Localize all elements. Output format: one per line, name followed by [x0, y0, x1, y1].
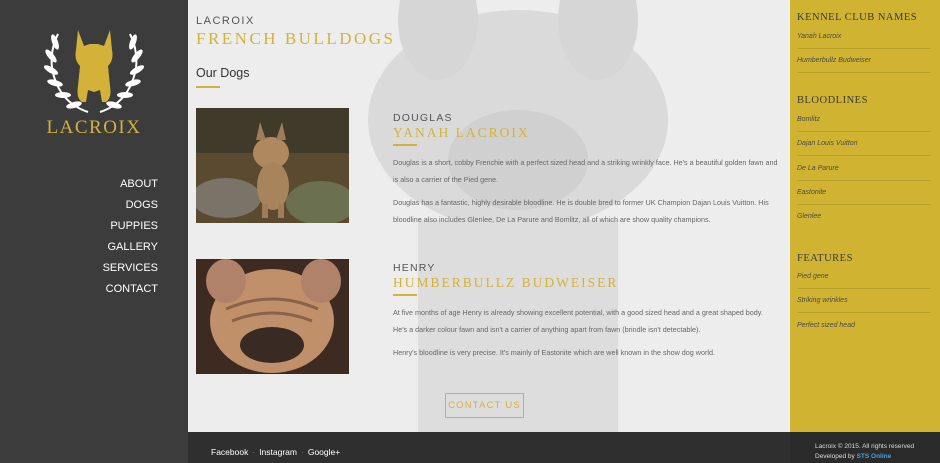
bloodline-item[interactable]: Glenlee — [797, 213, 821, 220]
dog-description: At five months of age Henry is already s… — [393, 308, 763, 334]
nav-about[interactable]: ABOUT — [103, 174, 158, 195]
contact-us-button[interactable]: CONTACT US — [445, 393, 524, 418]
divider — [797, 204, 931, 205]
section-underline — [196, 86, 220, 88]
dog-douglas: DOUGLAS YANAH LACROIX Douglas is a short… — [393, 112, 778, 235]
main-content: LACROIX FRENCH BULLDOGS Our Dogs DOUGLAS… — [188, 0, 790, 432]
divider — [797, 288, 931, 289]
dog-bloodline: Douglas has a fantastic, highly desirabl… — [393, 198, 769, 224]
dog-underline — [393, 144, 417, 146]
henry-photo[interactable] — [196, 259, 349, 374]
feature-item[interactable]: Striking wrinkles — [797, 297, 848, 304]
footer-copyright-area: Lacroix © 2015. All rights reserved Deve… — [790, 432, 940, 463]
features-heading: FEATURES — [797, 253, 853, 264]
right-sidebar: KENNEL CLUB NAMES Yanah Lacroix Humberbu… — [790, 0, 940, 432]
kennel-item[interactable]: Humberbullz Budweiser — [797, 57, 871, 64]
bloodline-item[interactable]: Dajan Louis Vuitton — [797, 140, 858, 147]
dog-kennel-name: HUMBERBULLZ BUDWEISER — [393, 275, 619, 290]
divider — [797, 155, 931, 156]
footer: Facebook · Instagram · Google+ — [188, 432, 790, 463]
instagram-link[interactable]: Instagram — [259, 447, 297, 457]
bloodline-item[interactable]: Eastonite — [797, 189, 826, 196]
douglas-photo[interactable] — [196, 108, 349, 223]
divider — [797, 48, 931, 49]
google-plus-link[interactable]: Google+ — [308, 447, 340, 457]
copyright: Lacroix © 2015. All rights reserved Deve… — [815, 442, 914, 462]
bloodline-item[interactable]: Bomlitz — [797, 116, 820, 123]
divider — [797, 131, 931, 132]
dog-underline — [393, 294, 417, 296]
divider — [797, 312, 931, 313]
separator: · — [300, 447, 304, 457]
feature-item[interactable]: Pied gene — [797, 273, 829, 280]
dog-kennel-name: YANAH LACROIX — [393, 125, 530, 140]
kennel-item[interactable]: Yanah Lacroix — [797, 33, 841, 40]
bloodline-item[interactable]: De La Parure — [797, 165, 839, 172]
separator: · — [252, 447, 256, 457]
developer-link[interactable]: STS Online — [857, 453, 892, 460]
main-nav: ABOUT DOGS PUPPIES GALLERY SERVICES CONT… — [103, 174, 158, 300]
laurel-bulldog-logo-icon[interactable] — [40, 20, 148, 120]
dog-henry: HENRY HUMBERBULLZ BUDWEISER At five mont… — [393, 262, 778, 369]
feature-item[interactable]: Perfect sized head — [797, 322, 855, 329]
divider — [797, 72, 931, 73]
divider — [797, 180, 931, 181]
bloodlines-heading: BLOODLINES — [797, 95, 868, 106]
brand-name: LACROIX — [46, 117, 142, 138]
copyright-text: Lacroix © 2015. All rights reserved — [815, 443, 915, 450]
dog-name: DOUGLAS — [393, 112, 453, 124]
header-title: FRENCH BULLDOGS — [196, 29, 396, 48]
kennel-club-names-heading: KENNEL CLUB NAMES — [797, 12, 918, 23]
dog-name: HENRY — [393, 262, 436, 274]
nav-dogs[interactable]: DOGS — [103, 195, 158, 216]
developer-credit: Developed by STS Online — [815, 452, 914, 462]
nav-puppies[interactable]: PUPPIES — [103, 216, 158, 237]
social-links: Facebook · Instagram · Google+ — [211, 447, 340, 457]
section-title: Our Dogs — [196, 66, 250, 80]
left-sidebar: LACROIX ABOUT DOGS PUPPIES GALLERY SERVI… — [0, 0, 188, 463]
dog-description: Douglas is a short, cobby Frenchie with … — [393, 158, 778, 184]
dog-bloodline: Henry's bloodline is very precise. It's … — [393, 348, 715, 357]
nav-services[interactable]: SERVICES — [103, 258, 158, 279]
nav-contact[interactable]: CONTACT — [103, 279, 158, 300]
developed-by-label: Developed by — [815, 453, 855, 460]
nav-gallery[interactable]: GALLERY — [103, 237, 158, 258]
header-subtitle: LACROIX — [196, 15, 255, 27]
facebook-link[interactable]: Facebook — [211, 447, 248, 457]
